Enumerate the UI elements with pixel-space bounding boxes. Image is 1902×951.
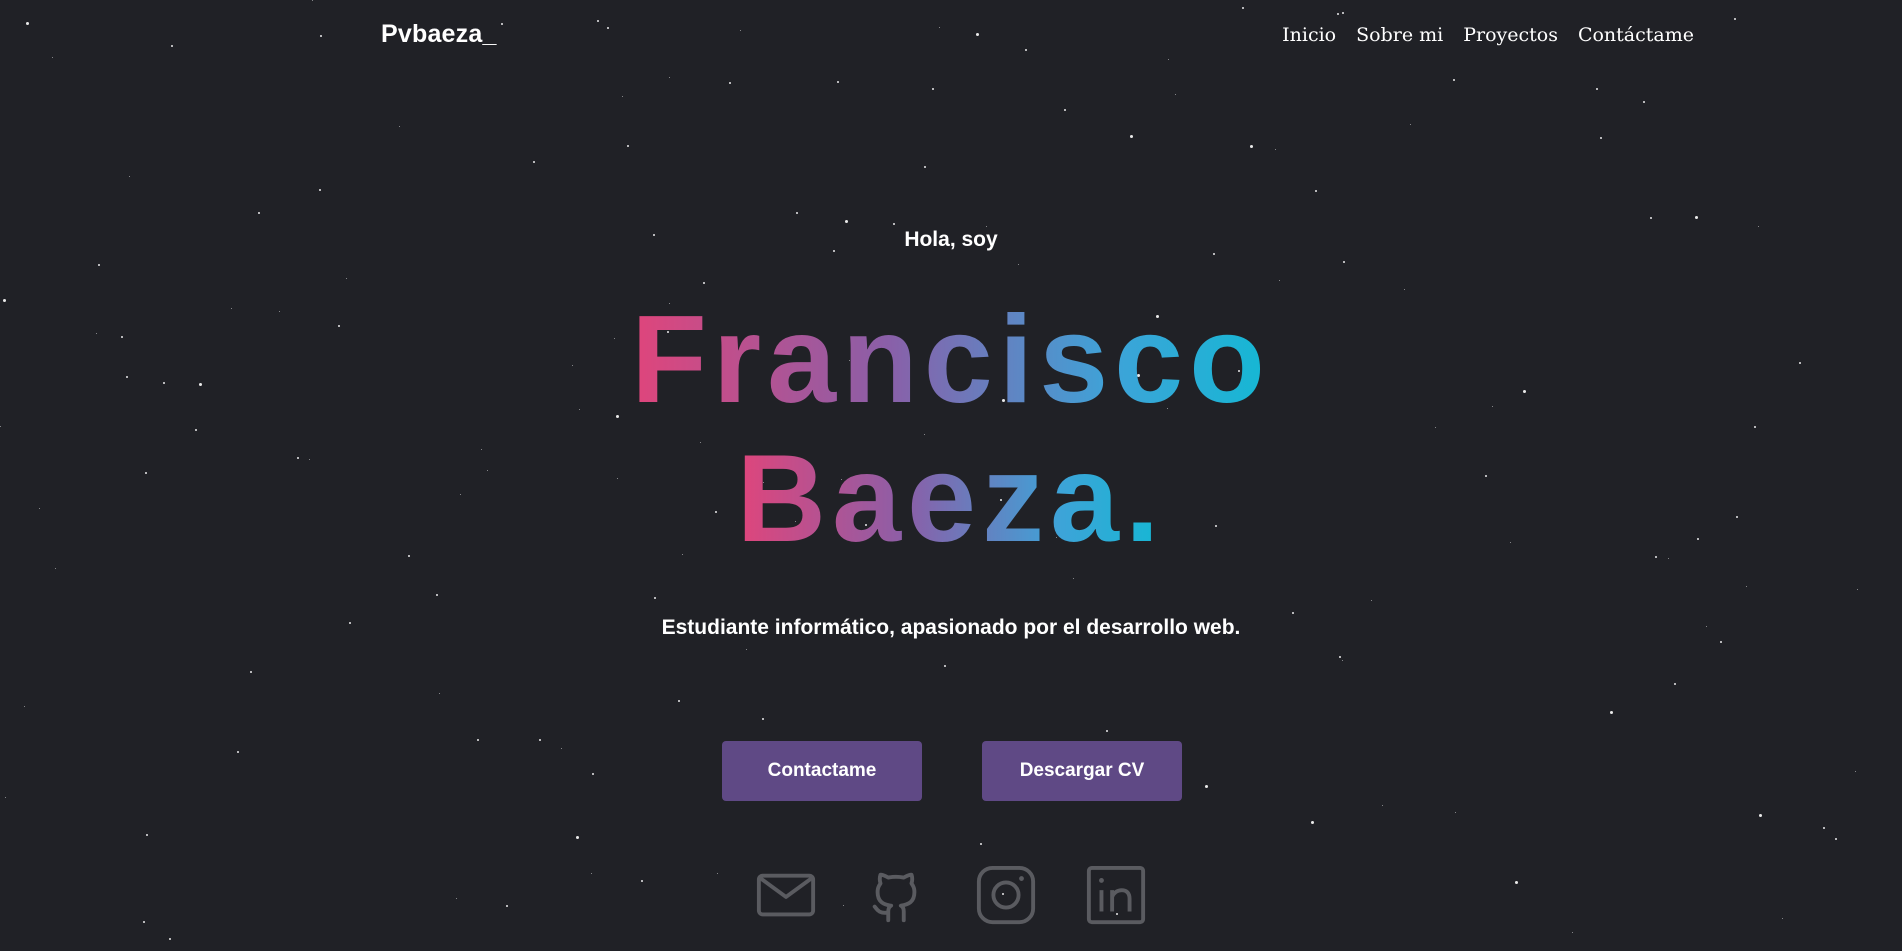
hero-greeting: Hola, soy — [904, 228, 998, 251]
hero-last-name: Baeza. — [0, 437, 1902, 561]
linkedin-link[interactable] — [1084, 863, 1148, 927]
contact-button[interactable]: Contactame — [722, 741, 922, 801]
mail-link[interactable] — [754, 863, 818, 927]
hero-first-name: Francisco — [0, 298, 1902, 422]
page: Pvbaeza_ Inicio Sobre mi Proyectos Contá… — [0, 0, 1902, 951]
hero-tagline: Estudiante informático, apasionado por e… — [661, 616, 1241, 639]
download-cv-button[interactable]: Descargar CV — [982, 741, 1182, 801]
instagram-link[interactable] — [974, 863, 1038, 927]
github-icon — [872, 872, 917, 923]
social-links — [754, 863, 1148, 927]
first-name-text: Francisco — [631, 291, 1271, 429]
instagram-icon — [976, 865, 1036, 925]
hero-section: Hola, soy Francisco Baeza. Estudiante in… — [0, 0, 1902, 951]
github-link[interactable] — [864, 863, 928, 927]
last-name-text: Baeza. — [736, 430, 1166, 568]
mail-icon — [756, 873, 816, 917]
hero-buttons: Contactame Descargar CV — [722, 741, 1182, 801]
linkedin-icon — [1086, 865, 1146, 925]
